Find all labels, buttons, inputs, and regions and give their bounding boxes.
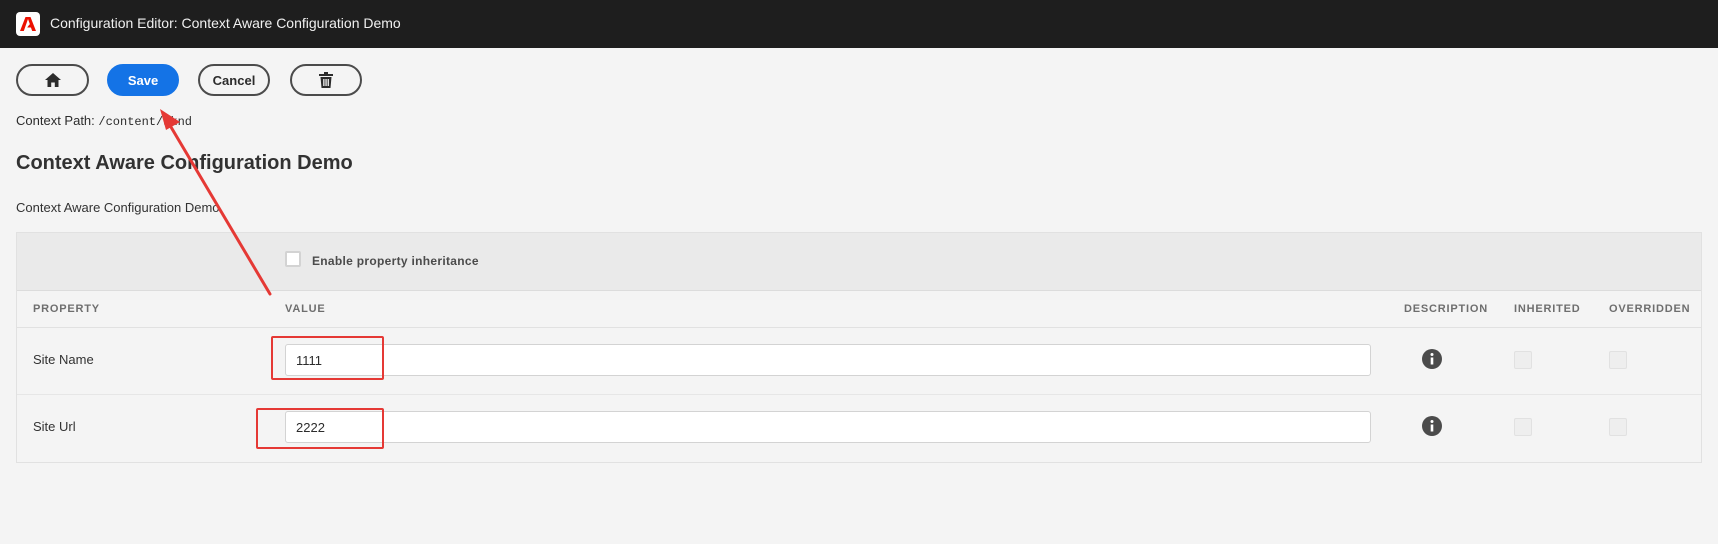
inherited-checkbox [1514,351,1532,369]
site-name-input[interactable] [285,344,1371,376]
column-header-inherited: INHERITED [1514,303,1581,315]
page-description: Context Aware Configuration Demo [16,200,220,215]
page-title: Context Aware Configuration Demo [16,152,353,174]
enable-inheritance-checkbox[interactable] [285,251,301,267]
annotation-box-site-url [256,408,384,449]
overridden-checkbox [1609,351,1627,369]
column-header-property: PROPERTY [33,303,100,315]
column-header-value: VALUE [285,303,326,315]
window-title: Configuration Editor: Context Aware Conf… [50,15,401,31]
property-name: Site Url [33,419,76,434]
site-url-input[interactable] [285,411,1371,443]
column-header-description: DESCRIPTION [1404,303,1488,315]
table-row: Site Name [17,328,1701,395]
home-button[interactable] [16,64,89,96]
inheritance-row: Enable property inheritance [17,233,1701,291]
context-path-value: /content/wknd [98,115,193,129]
adobe-logo-icon [16,12,40,36]
trash-icon [319,72,333,88]
home-icon [44,73,61,87]
save-button[interactable]: Save [107,64,179,96]
context-path-label: Context Path: [16,113,99,128]
inherited-checkbox [1514,418,1532,436]
enable-inheritance-label: Enable property inheritance [312,254,479,268]
overridden-checkbox [1609,418,1627,436]
context-path: Context Path: /content/wknd [16,113,192,129]
column-header-overridden: OVERRIDDEN [1609,303,1691,315]
annotation-box-site-name [271,336,384,380]
info-icon[interactable] [1422,349,1442,369]
property-name: Site Name [33,352,94,367]
table-header: PROPERTY VALUE DESCRIPTION INHERITED OVE… [17,291,1701,328]
info-icon[interactable] [1422,416,1442,436]
cancel-button[interactable]: Cancel [198,64,270,96]
delete-button[interactable] [290,64,362,96]
top-bar: Configuration Editor: Context Aware Conf… [0,0,1718,48]
